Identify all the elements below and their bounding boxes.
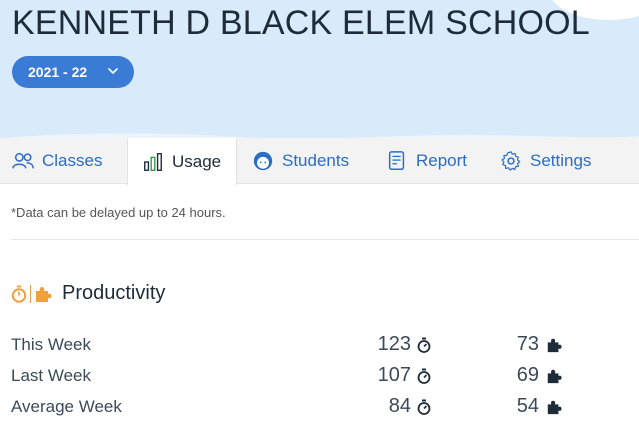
year-selector-button[interactable]: 2021 - 22	[12, 56, 134, 88]
icon-separator	[30, 284, 31, 303]
tab-bar: Classes Usage Students Report Settings	[0, 138, 639, 185]
puzzles-value: 54	[516, 395, 539, 417]
tab-classes-label: Classes	[42, 151, 103, 170]
stopwatch-icon	[417, 368, 431, 384]
productivity-title: Productivity	[62, 282, 166, 304]
row-label: This Week	[11, 335, 91, 354]
productivity-row-average-week: Average Week 84 54	[11, 394, 631, 420]
time-value: 107	[377, 364, 411, 386]
stopwatch-icon	[417, 399, 431, 415]
puzzle-piece-icon	[36, 286, 52, 302]
users-icon	[12, 152, 34, 169]
tab-classes[interactable]: Classes	[0, 138, 127, 184]
productivity-icons	[11, 284, 52, 303]
productivity-header: Productivity	[11, 282, 165, 305]
productivity-row-last-week: Last Week 107 69	[11, 363, 631, 389]
tab-students[interactable]: Students	[252, 138, 372, 184]
puzzles-value: 73	[516, 333, 539, 355]
productivity-row-this-week: This Week 123 73	[11, 332, 631, 358]
puzzle-piece-icon	[547, 369, 562, 384]
tab-report[interactable]: Report	[386, 138, 486, 184]
tab-usage-label: Usage	[172, 151, 222, 171]
school-header: KENNETH D BLACK ELEM SCHOOL 2021 - 22	[0, 0, 639, 140]
chevron-down-icon	[108, 68, 118, 74]
year-selector-value: 2021 - 22	[28, 64, 88, 80]
school-name: KENNETH D BLACK ELEM SCHOOL	[12, 4, 590, 42]
student-face-icon	[253, 151, 273, 171]
time-value: 123	[377, 333, 411, 355]
tab-students-label: Students	[282, 151, 350, 170]
report-icon	[388, 151, 405, 170]
tab-settings-label: Settings	[530, 151, 592, 170]
tab-settings[interactable]: Settings	[500, 138, 610, 184]
time-value: 84	[388, 395, 411, 417]
divider	[11, 239, 639, 240]
puzzle-piece-icon	[547, 338, 562, 353]
gear-icon	[501, 151, 521, 171]
tab-report-label: Report	[416, 151, 468, 170]
data-delay-note: *Data can be delayed up to 24 hours.	[11, 205, 226, 220]
puzzle-piece-icon	[547, 400, 562, 415]
stopwatch-icon	[417, 337, 431, 353]
stopwatch-icon	[11, 285, 27, 303]
row-label: Average Week	[11, 397, 122, 416]
bar-chart-icon	[144, 152, 162, 171]
tab-usage[interactable]: Usage	[127, 138, 237, 185]
puzzles-value: 69	[516, 364, 539, 386]
row-label: Last Week	[11, 366, 92, 385]
